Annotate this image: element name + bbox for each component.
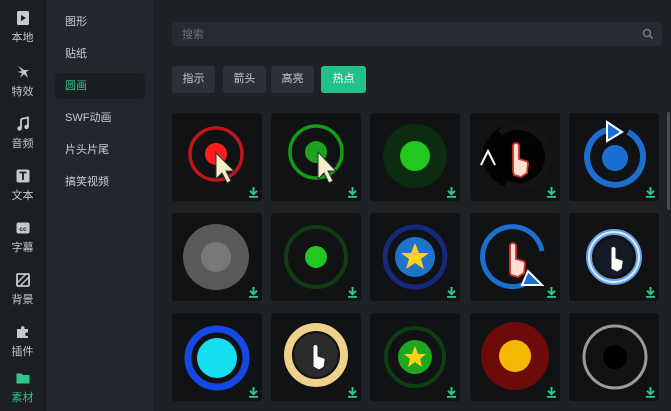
svg-text:cc: cc [19,226,27,233]
nav-item-materials[interactable]: 素材 [0,360,45,410]
nav-item-plugins[interactable]: 插件 [0,314,45,364]
grid-item-blue-refresh-ring[interactable] [569,113,659,201]
download-icon[interactable] [446,186,457,198]
nav-label: 素材 [11,392,34,404]
grid-item-green-ring-dot[interactable] [271,213,361,301]
subnav-item-circles[interactable]: 圆画 [55,73,145,99]
nav-label: 特效 [11,86,34,98]
download-icon[interactable] [347,186,358,198]
nav-item-local[interactable]: 本地 [0,0,45,50]
download-icon[interactable] [546,386,557,398]
download-icon[interactable] [347,386,358,398]
filter-tab-indicate[interactable]: 指示 [172,66,215,93]
sub-nav: 图形 贴纸 圆画 SWF动画 片头片尾 搞笑视频 [46,0,155,411]
search-icon[interactable] [642,28,654,40]
grid-item-gray-dot[interactable] [172,213,262,301]
download-icon[interactable] [546,186,557,198]
puzzle-plugin-icon [16,326,28,338]
download-icon[interactable] [248,386,259,398]
nav-item-effects[interactable]: 特效 [0,54,45,104]
nav-item-text[interactable]: 文本 [0,158,45,208]
background-icon [15,273,30,287]
nav-label: 插件 [11,346,34,358]
grid-item-green-star-ring[interactable] [370,313,460,401]
filter-tab-hotspot[interactable]: 热点 [321,66,366,93]
download-icon[interactable] [446,286,457,298]
grid-item-red-ring-pointer[interactable] [172,113,262,201]
download-icon[interactable] [546,286,557,298]
grid-item-blue-hand-arc[interactable] [470,213,560,301]
grid-item-red-orange-dot[interactable] [470,313,560,401]
download-icon[interactable] [645,286,656,298]
grid-item-hand-tap-arc[interactable] [470,113,560,201]
download-icon[interactable] [446,386,457,398]
nav-item-audio[interactable]: 音频 [0,106,45,156]
text-t-icon [16,169,29,183]
left-nav: 本地 特效 音频 文本 cc 字幕 背景 插件 素材 [0,0,46,411]
grid-item-green-glow-dot[interactable] [370,113,460,201]
nav-label: 背景 [11,294,34,306]
nav-label: 音频 [11,138,34,150]
grid-item-cyan-blue-ring[interactable] [172,313,262,401]
search-input[interactable] [180,22,624,48]
download-icon[interactable] [347,286,358,298]
download-icon[interactable] [248,186,259,198]
nav-item-background[interactable]: 背景 [0,262,45,312]
folder-icon [16,373,29,384]
download-icon[interactable] [248,286,259,298]
nav-item-subtitles[interactable]: cc 字幕 [0,210,45,260]
main-panel: 指示 箭头 高亮 热点 [155,0,671,411]
subnav-item-intro-outro[interactable]: 片头片尾 [55,137,145,163]
sparkle-icon [16,66,29,78]
music-note-icon [16,116,29,131]
filter-tab-arrow[interactable]: 箭头 [223,66,266,93]
download-icon[interactable] [645,386,656,398]
nav-label: 本地 [11,32,34,44]
subnav-item-funny-videos[interactable]: 搞笑视频 [55,169,145,195]
download-icon[interactable] [645,186,656,198]
subnav-item-stickers[interactable]: 贴纸 [55,41,145,67]
grid-item-blue-star-ring[interactable] [370,213,460,301]
filter-tab-highlight[interactable]: 高亮 [271,66,314,93]
grid-item-gray-ring-black[interactable] [569,313,659,401]
nav-label: 文本 [11,190,34,202]
scrollbar-thumb[interactable] [667,112,670,210]
nav-label: 字幕 [11,242,34,254]
subnav-item-swf[interactable]: SWF动画 [55,105,145,131]
video-file-icon [16,11,29,25]
search-bar [172,22,662,48]
grid-item-glow-ring-hand[interactable] [569,213,659,301]
grid-item-gold-ring-hand[interactable] [271,313,361,401]
grid-item-green-ring-pointer[interactable] [271,113,361,201]
subnav-item-shapes[interactable]: 图形 [55,9,145,35]
cc-subtitle-icon: cc [16,222,29,234]
